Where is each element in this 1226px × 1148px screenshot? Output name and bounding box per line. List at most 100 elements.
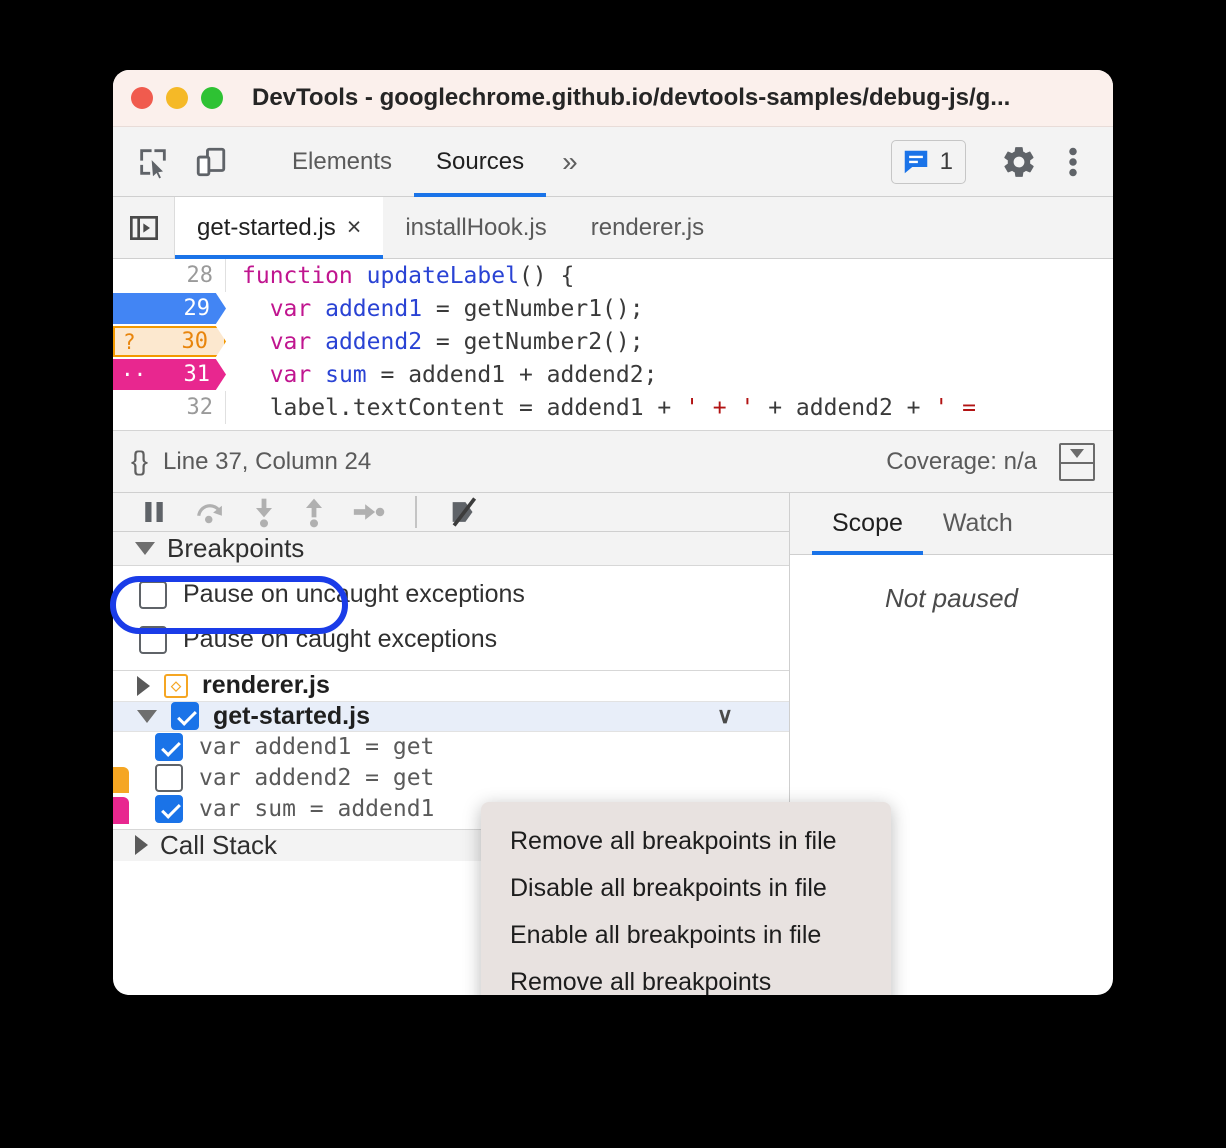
tab-sources-label: Sources — [436, 147, 525, 175]
file-tab-renderer[interactable]: renderer.js — [569, 197, 726, 258]
js-file-icon: ◇ — [164, 673, 188, 698]
step-button[interactable] — [351, 499, 385, 525]
deactivate-breakpoints-button[interactable] — [447, 495, 481, 529]
code-token: var — [269, 295, 312, 322]
file-tab-installhook[interactable]: installHook.js — [383, 197, 568, 258]
close-window-button[interactable] — [131, 87, 153, 109]
show-navigator-icon — [129, 215, 158, 240]
breakpoint-item[interactable]: var addend2 = get — [113, 763, 789, 794]
inspect-element-button[interactable] — [129, 138, 177, 186]
line-number[interactable]: 32 — [113, 391, 226, 424]
show-navigator-button[interactable] — [113, 197, 175, 258]
breakpoint-glyph: ·· — [121, 362, 147, 387]
close-icon[interactable]: × — [347, 215, 362, 240]
window-title: DevTools - googlechrome.github.io/devtoo… — [252, 84, 1011, 111]
step-over-icon — [197, 504, 222, 524]
file-tab-get-started[interactable]: get-started.js × — [175, 197, 384, 259]
console-messages-button[interactable]: 1 — [890, 139, 966, 184]
code-line-text: var addend1 = getNumber1(); — [226, 296, 644, 322]
devtools-window: DevTools - googlechrome.github.io/devtoo… — [113, 70, 1113, 995]
context-menu-item[interactable]: Remove all breakpoints — [481, 959, 891, 995]
code-token: = addend1 + addend2; — [366, 361, 658, 388]
context-menu-item[interactable]: Disable all breakpoints in file — [481, 865, 891, 912]
step-out-icon — [306, 498, 322, 528]
step-into-button[interactable] — [251, 496, 277, 528]
maximize-window-button[interactable] — [201, 87, 223, 109]
breakpoint-marker-blue[interactable]: 29 — [113, 292, 226, 325]
chevron-down-icon[interactable]: ∨ — [717, 703, 733, 729]
tab-scope-label: Scope — [832, 509, 903, 537]
more-options-icon — [1069, 147, 1077, 176]
breakpoint-marker-orange[interactable]: ? 30 — [113, 325, 226, 358]
code-line-text: var addend2 = getNumber2(); — [226, 329, 644, 355]
tab-elements[interactable]: Elements — [270, 127, 414, 196]
tab-scope[interactable]: Scope — [812, 493, 923, 555]
inspect-element-icon — [140, 148, 166, 179]
breakpoint-marker-pink[interactable]: ·· 31 — [113, 358, 226, 391]
step-over-button[interactable] — [193, 497, 227, 527]
show-drawer-icon — [1061, 445, 1093, 464]
minimize-window-button[interactable] — [166, 87, 188, 109]
tab-watch[interactable]: Watch — [923, 493, 1033, 554]
step-into-icon — [256, 498, 272, 528]
device-toolbar-icon — [196, 147, 226, 176]
gear-icon — [1004, 146, 1034, 177]
code-token: updateLabel — [366, 262, 519, 289]
pretty-print-icon[interactable]: {} — [131, 446, 148, 477]
tab-sources[interactable]: Sources — [414, 127, 547, 197]
resume-button[interactable] — [139, 497, 169, 527]
breakpoint-shape[interactable]: ? 30 — [113, 326, 226, 357]
debugger-toolbar-divider — [415, 496, 417, 529]
code-line: 29 var addend1 = getNumber1(); — [113, 292, 1113, 325]
caret-right-icon[interactable] — [137, 675, 150, 696]
window-titlebar: DevTools - googlechrome.github.io/devtoo… — [113, 70, 1113, 127]
breakpoint-item-label: var addend2 = get — [199, 765, 435, 792]
more-panels-button[interactable]: » — [546, 127, 594, 196]
code-token: sum — [325, 361, 367, 388]
device-toolbar-button[interactable] — [187, 138, 235, 186]
line-number[interactable]: 28 — [113, 259, 226, 292]
more-panels-label: » — [562, 145, 578, 177]
pause-uncaught-exceptions-row[interactable]: Pause on uncaught exceptions — [113, 572, 789, 617]
conditional-breakpoint-strip — [113, 766, 129, 794]
source-code-editor[interactable]: 28 function updateLabel() {29 var addend1… — [113, 259, 1113, 431]
breakpoint-item-checkbox[interactable] — [155, 764, 183, 793]
more-options-button[interactable] — [1049, 138, 1097, 186]
toolbar-left-icons — [113, 127, 270, 196]
caret-down-icon — [135, 542, 155, 556]
code-token: addend2 — [325, 328, 423, 355]
deactivate-breakpoints-icon — [452, 497, 477, 527]
pause-uncaught-exceptions-checkbox[interactable] — [139, 580, 167, 609]
context-menu-item[interactable]: Remove all breakpoints in file — [481, 818, 891, 865]
context-menu-items: Remove all breakpoints in file Disable al… — [481, 818, 891, 995]
breakpoint-shape[interactable]: ·· 31 — [113, 359, 226, 390]
step-out-button[interactable] — [301, 496, 327, 528]
breakpoint-file-renderer[interactable]: ◇ renderer.js — [113, 671, 789, 702]
code-token: var — [269, 361, 312, 388]
line-number: 30 — [181, 329, 209, 354]
pause-caught-exceptions-checkbox[interactable] — [139, 625, 167, 654]
code-token: ' = — [934, 394, 976, 421]
caret-down-icon[interactable] — [137, 709, 157, 723]
context-menu-item[interactable]: Enable all breakpoints in file — [481, 912, 891, 959]
breakpoint-file-checkbox[interactable] — [171, 702, 199, 731]
breakpoint-file-get-started[interactable]: get-started.js ∨ — [113, 701, 789, 733]
code-token: label.textContent = addend1 + — [242, 394, 686, 421]
console-message-count: 1 — [939, 147, 953, 175]
settings-button[interactable] — [995, 138, 1043, 186]
devtools-main-toolbar: Elements Sources » 1 — [113, 127, 1113, 197]
code-line-list: 28 function updateLabel() {29 var addend1… — [113, 259, 1113, 424]
breakpoint-context-menu[interactable]: Remove all breakpoints in file Disable al… — [481, 802, 891, 995]
breakpoints-section-header[interactable]: Breakpoints — [113, 532, 789, 567]
scope-empty-message: Not paused — [885, 583, 1018, 613]
pause-caught-exceptions-row[interactable]: Pause on caught exceptions — [113, 617, 789, 662]
breakpoint-item-checkbox[interactable] — [155, 733, 183, 762]
breakpoint-item-checkbox[interactable] — [155, 794, 183, 823]
show-drawer-button[interactable] — [1059, 442, 1095, 481]
editor-statusbar: {} Line 37, Column 24 Coverage: n/a — [113, 431, 1113, 493]
breakpoint-shape[interactable]: 29 — [113, 293, 226, 324]
breakpoint-item[interactable]: var addend1 = get — [113, 732, 789, 763]
